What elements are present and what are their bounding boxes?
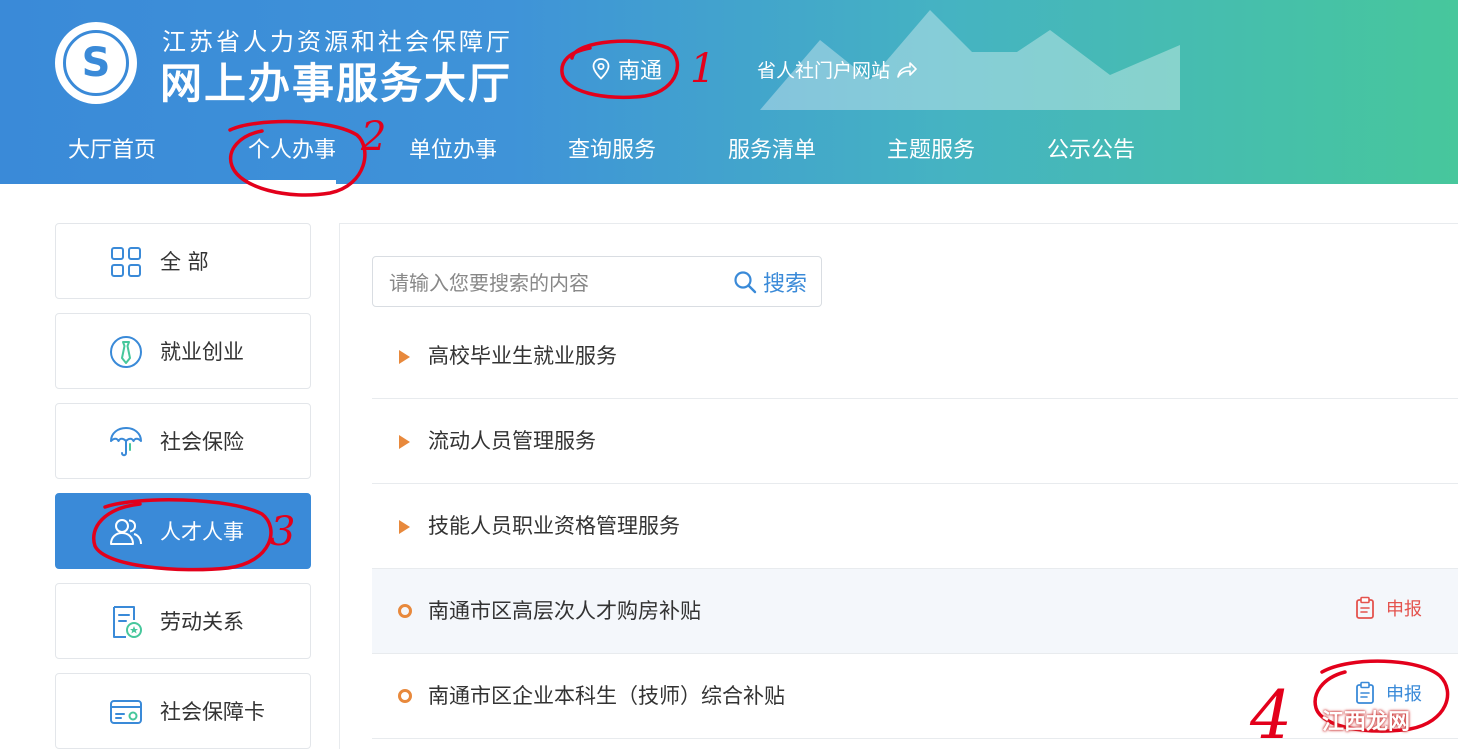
sidebar-item-talent[interactable]: 人才人事: [55, 493, 311, 569]
mountain-decoration: [760, 10, 1180, 110]
sidebar-item-ss-card[interactable]: 社会保障卡: [55, 673, 311, 749]
expand-arrow-icon: [399, 350, 410, 364]
search-box: 搜索: [372, 256, 822, 307]
umbrella-icon: [110, 427, 142, 457]
nav-item-home[interactable]: 大厅首页: [68, 118, 156, 184]
list-item-label: 南通市区企业本科生（技师）综合补贴: [428, 684, 785, 708]
clipboard-icon: [1356, 681, 1374, 704]
nav-item-notice[interactable]: 公示公告: [1047, 118, 1135, 184]
apply-button-label: 申报: [1386, 684, 1422, 705]
site-logo[interactable]: S: [55, 22, 137, 104]
list-item-label: 技能人员职业资格管理服务: [428, 514, 680, 538]
city-selector[interactable]: 南通: [592, 53, 662, 85]
list-item-category[interactable]: 高校毕业生就业服务: [372, 314, 1458, 399]
search-button[interactable]: 搜索: [733, 266, 807, 298]
nav-item-query[interactable]: 查询服务: [568, 118, 656, 184]
list-item-label: 流动人员管理服务: [428, 429, 596, 453]
nav-item-service-list[interactable]: 服务清单: [728, 118, 816, 184]
sidebar-item-label: 劳动关系: [160, 610, 244, 634]
search-icon: [734, 271, 757, 294]
apply-button[interactable]: 申报: [1354, 680, 1422, 706]
expand-arrow-icon: [399, 435, 410, 449]
watermark: 江西龙网: [1322, 710, 1411, 735]
bullet-ring-icon: [398, 689, 412, 703]
portal-link[interactable]: 省人社门户网站: [757, 56, 918, 83]
sidebar-item-label: 就业创业: [160, 340, 244, 364]
people-icon: [110, 519, 142, 545]
sidebar-item-social-insurance[interactable]: 社会保险: [55, 403, 311, 479]
grid-icon: [111, 247, 141, 277]
sidebar-item-all[interactable]: 全 部: [55, 223, 311, 299]
list-item-service[interactable]: 南通市区企业本科生（技师）综合补贴 申报: [372, 654, 1458, 739]
tie-icon: [110, 336, 142, 368]
nav-item-personal[interactable]: 个人办事: [236, 118, 348, 184]
portal-link-label: 省人社门户网站: [757, 60, 891, 82]
sidebar-item-label: 人才人事: [160, 520, 244, 544]
document-badge-icon: [113, 606, 142, 638]
sidebar-item-employment[interactable]: 就业创业: [55, 313, 311, 389]
list-item-label: 南通市区高层次人才购房补贴: [428, 599, 701, 623]
sidebar-item-label: 全 部: [160, 250, 209, 274]
clipboard-icon: [1356, 596, 1374, 619]
apply-button-label: 申报: [1386, 599, 1422, 620]
list-item-label: 高校毕业生就业服务: [428, 344, 617, 368]
search-button-label: 搜索: [762, 272, 807, 297]
hall-title: 网上办事服务大厅: [160, 59, 513, 108]
sidebar-divider: [339, 223, 340, 749]
list-item-category[interactable]: 流动人员管理服务: [372, 399, 1458, 484]
share-arrow-icon: [897, 61, 917, 78]
content-top-border: [339, 223, 1458, 224]
nav-item-company[interactable]: 单位办事: [409, 118, 497, 184]
location-pin-icon: [592, 58, 610, 80]
sidebar-item-labor[interactable]: 劳动关系: [55, 583, 311, 659]
list-item-category[interactable]: 技能人员职业资格管理服务: [372, 484, 1458, 569]
header-banner: S 江苏省人力资源和社会保障厅 网上办事服务大厅 南通 省人社门户网站 大厅首页…: [0, 0, 1458, 184]
expand-arrow-icon: [399, 520, 410, 534]
apply-button[interactable]: 申报: [1354, 595, 1422, 621]
logo-mark: S: [81, 40, 111, 86]
search-input[interactable]: [387, 267, 711, 299]
sidebar-item-label: 社会保险: [160, 430, 244, 454]
card-icon: [110, 700, 142, 724]
main-nav: 大厅首页 个人办事 单位办事 查询服务 服务清单 主题服务 公示公告: [0, 118, 1458, 184]
bullet-ring-icon: [398, 604, 412, 618]
sidebar-item-label: 社会保障卡: [160, 700, 265, 724]
city-name: 南通: [618, 59, 663, 84]
list-item-service[interactable]: 南通市区高层次人才购房补贴 申报: [372, 569, 1458, 654]
nav-item-theme[interactable]: 主题服务: [887, 118, 975, 184]
